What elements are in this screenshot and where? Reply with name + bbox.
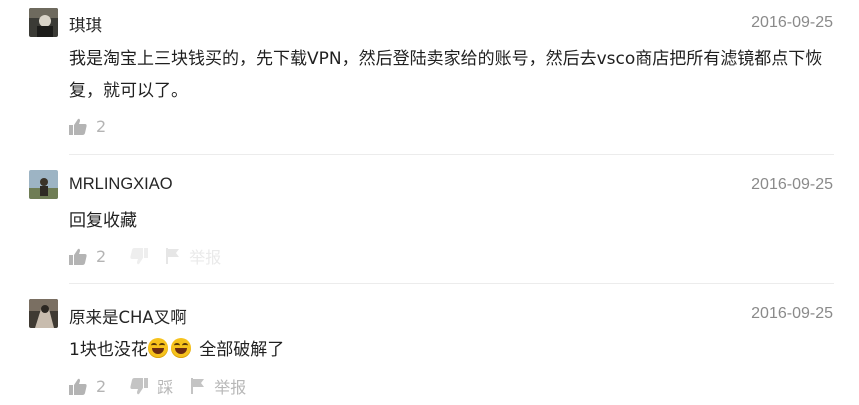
flag-icon [166, 248, 180, 264]
thumbs-down-icon [130, 377, 149, 394]
comment-author[interactable]: 琪琪 [69, 12, 102, 36]
thumbs-down-icon [130, 247, 149, 264]
comment-text-after: 全部破解了 [193, 340, 285, 360]
comment-date: 2016-09-25 [751, 176, 833, 193]
like-count: 2 [96, 116, 107, 136]
like-count: 2 [96, 246, 107, 266]
comment-actions: 2 举报 [69, 245, 239, 267]
comment-text: 回复收藏 [69, 211, 137, 231]
report-button[interactable]: 举报 [166, 244, 221, 268]
comment-actions: 2 [69, 115, 124, 137]
comment-author[interactable]: MRLINGXIAO [69, 175, 173, 194]
comment-text: 我是淘宝上三块钱买的，先下载VPN，然后登陆卖家给的账号，然后去vsco商店把所… [69, 49, 823, 101]
dislike-button[interactable]: 踩 [130, 374, 173, 398]
grinning-face-emoji-icon [170, 338, 191, 358]
divider [69, 283, 834, 284]
user-avatar-icon [29, 170, 58, 199]
thumbs-up-icon [69, 248, 87, 265]
avatar[interactable] [29, 170, 58, 199]
comment-author[interactable]: 原来是CHA叉啊 [69, 304, 187, 328]
grinning-face-emoji-icon [147, 338, 168, 358]
comment-actions: 2 踩 举报 [69, 375, 264, 397]
avatar[interactable] [29, 8, 58, 37]
like-button[interactable]: 2 [69, 247, 106, 266]
comment-date: 2016-09-25 [751, 14, 833, 31]
report-label: 举报 [214, 378, 247, 397]
comment-date: 2016-09-25 [751, 305, 833, 322]
like-count: 2 [96, 376, 107, 396]
avatar[interactable] [29, 299, 58, 328]
comment-text-before: 1块也没花 [69, 340, 148, 360]
dislike-label: 踩 [157, 378, 174, 397]
dislike-button[interactable] [130, 247, 149, 265]
report-button[interactable]: 举报 [191, 374, 246, 398]
like-button[interactable]: 2 [69, 377, 106, 396]
thumbs-up-icon [69, 118, 87, 135]
user-avatar-icon [29, 8, 58, 37]
flag-icon [191, 378, 205, 394]
divider [69, 154, 834, 155]
user-avatar-icon [29, 299, 58, 328]
comment-text: 1块也没花 全部破解了 [69, 334, 834, 366]
thumbs-up-icon [69, 378, 87, 395]
report-label: 举报 [189, 248, 222, 267]
like-button[interactable]: 2 [69, 117, 106, 136]
